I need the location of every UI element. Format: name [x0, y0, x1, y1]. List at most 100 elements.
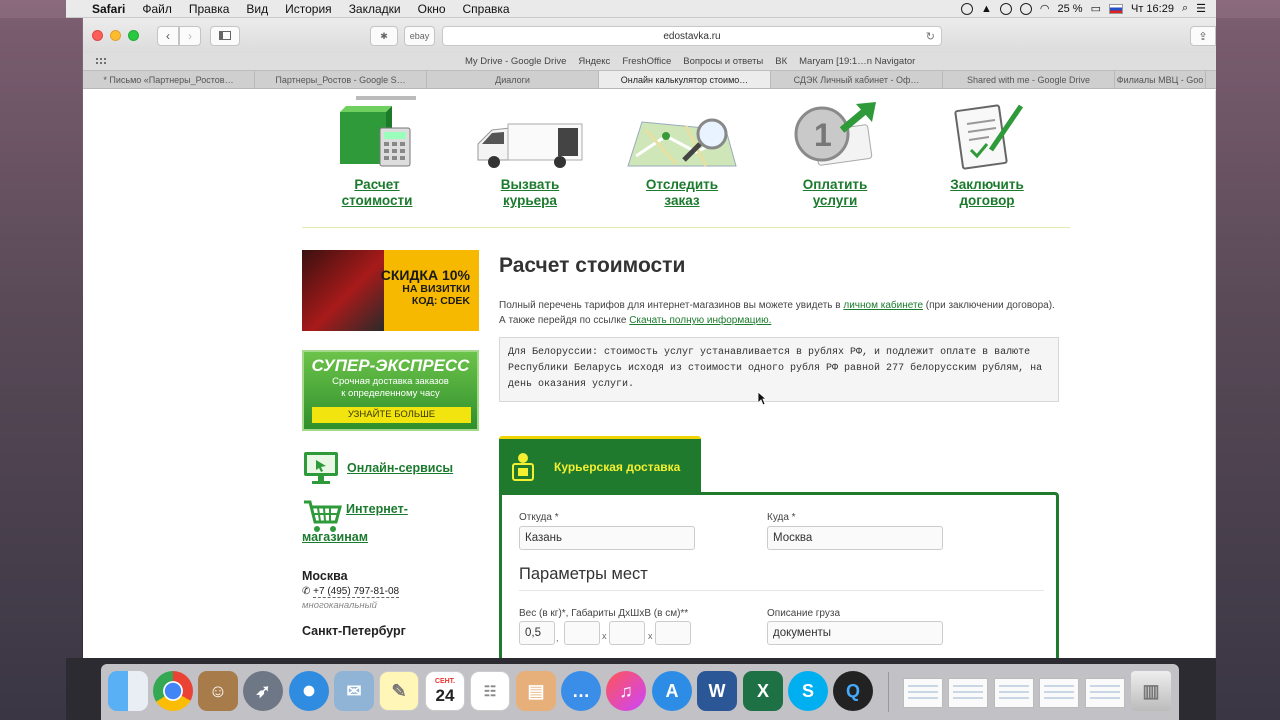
menu-history[interactable]: История: [285, 2, 332, 16]
drive-icon[interactable]: ▲: [981, 3, 992, 15]
notes-icon[interactable]: ✎: [379, 671, 419, 711]
courier-delivery-tab[interactable]: Курьерская доставка: [499, 436, 701, 494]
app-store-icon[interactable]: A: [652, 671, 692, 711]
browser-tab[interactable]: СДЭК Личный кабинет - Оф…: [771, 71, 943, 88]
notification-center-icon[interactable]: ☰: [1196, 2, 1206, 15]
itunes-icon[interactable]: ♫: [606, 671, 646, 711]
browser-tab[interactable]: * Письмо «Партнеры_Ростов…: [83, 71, 255, 88]
sidebar-toggle-button[interactable]: [210, 25, 240, 46]
personal-cabinet-link[interactable]: личном кабинете: [843, 300, 923, 311]
learn-more-button[interactable]: УЗНАЙТЕ БОЛЬШЕ: [312, 407, 471, 423]
to-input[interactable]: Москва: [767, 526, 943, 550]
input-source-flag-icon[interactable]: [1109, 3, 1123, 14]
password-button[interactable]: ✱: [370, 26, 398, 46]
online-services-item[interactable]: Онлайн-сервисы: [302, 450, 479, 486]
dock-document-thumbnail[interactable]: [994, 678, 1034, 708]
mail-icon[interactable]: ✉: [334, 671, 374, 711]
reminders-icon[interactable]: ☷: [470, 671, 510, 711]
length-input[interactable]: [564, 621, 600, 645]
favorite-link[interactable]: My Drive - Google Drive: [465, 56, 566, 67]
van-icon: [455, 90, 605, 170]
trash-icon[interactable]: ▥: [1131, 671, 1171, 711]
finder-icon[interactable]: [108, 671, 148, 711]
height-input[interactable]: [655, 621, 691, 645]
back-button[interactable]: ‹: [157, 25, 179, 46]
online-shops-item[interactable]: Интернет- магазинам: [302, 498, 479, 550]
menu-help[interactable]: Справка: [463, 2, 510, 16]
share-button[interactable]: ⇪: [1190, 26, 1216, 46]
from-input[interactable]: Казань: [519, 526, 695, 550]
favorite-link[interactable]: Maryam [19:1…n Navigator: [799, 56, 915, 67]
skype-icon[interactable]: S: [788, 671, 828, 711]
promo-subject-text: НА ВИЗИТКИ: [402, 283, 470, 295]
dock-document-thumbnail[interactable]: [903, 678, 943, 708]
dock-document-thumbnail[interactable]: [948, 678, 988, 708]
chrome-icon[interactable]: [153, 671, 193, 711]
dock-document-thumbnail[interactable]: [1039, 678, 1079, 708]
menu-app[interactable]: Safari: [92, 2, 125, 16]
favorite-link[interactable]: FreshOffice: [622, 56, 671, 67]
favorites-bar: My Drive - Google Drive Яндекс FreshOffi…: [83, 53, 1216, 70]
keynote-icon[interactable]: ▤: [516, 671, 556, 711]
browser-tab[interactable]: Диалоги: [427, 71, 599, 88]
browser-tab-active[interactable]: Онлайн калькулятор стоимо…: [599, 71, 771, 88]
messages-icon[interactable]: …: [561, 671, 601, 711]
timemachine-icon[interactable]: [1019, 2, 1032, 15]
minimize-window-button[interactable]: [110, 30, 121, 41]
phone-number[interactable]: +7 (495) 797-81-08: [313, 586, 400, 598]
ebay-favorite-button[interactable]: ebay: [404, 26, 435, 46]
menu-edit[interactable]: Правка: [189, 2, 230, 16]
online-shops-link-line-1[interactable]: Интернет-: [346, 502, 408, 516]
browser-tab[interactable]: Shared with me - Google Drive: [943, 71, 1115, 88]
favorite-link[interactable]: Яндекс: [578, 56, 610, 67]
reload-icon[interactable]: ↻: [926, 30, 935, 43]
menu-window[interactable]: Окно: [418, 2, 446, 16]
width-input[interactable]: [609, 621, 645, 645]
battery-label[interactable]: 25 %: [1058, 3, 1083, 15]
favorite-link[interactable]: ВК: [775, 56, 787, 67]
calendar-month: СЕНТ.: [434, 677, 456, 685]
browser-tab[interactable]: Филиалы МВЦ - Goo: [1115, 71, 1206, 88]
cargo-desc-input[interactable]: документы: [767, 621, 943, 645]
menu-file[interactable]: Файл: [142, 2, 172, 16]
close-window-button[interactable]: [92, 30, 103, 41]
clock[interactable]: Чт 16:29: [1131, 3, 1174, 15]
nav-contract[interactable]: Заключить договор: [912, 90, 1062, 209]
online-services-link[interactable]: Онлайн-сервисы: [347, 461, 453, 475]
top-navigation: Расчет стоимости Вызвать курьера Отследи…: [302, 90, 1070, 228]
download-info-link[interactable]: Скачать полную информацию.: [629, 315, 771, 326]
sync-icon[interactable]: [999, 2, 1012, 15]
safari-icon[interactable]: [289, 671, 329, 711]
quicktime-icon[interactable]: Q: [833, 671, 873, 711]
address-bar[interactable]: edostavka.ru ↻: [442, 26, 942, 46]
nav-track[interactable]: Отследить заказ: [607, 90, 757, 209]
phone-moscow[interactable]: ✆ +7 (495) 797-81-08: [302, 586, 479, 598]
favorite-link[interactable]: Вопросы и ответы: [683, 56, 763, 67]
excel-icon[interactable]: X: [743, 671, 783, 711]
fullscreen-window-button[interactable]: [128, 30, 139, 41]
nav-calc[interactable]: Расчет стоимости: [302, 90, 452, 209]
dock-document-thumbnail[interactable]: [1085, 678, 1125, 708]
promo-business-cards-banner[interactable]: СКИДКА 10% НА ВИЗИТКИ КОД: CDEK: [302, 250, 479, 331]
launchpad-icon[interactable]: ➶: [243, 671, 283, 711]
weight-dims-label: Вес (в кг)*, Габариты ДхШхВ (в см)**: [519, 608, 689, 619]
word-icon[interactable]: W: [697, 671, 737, 711]
weight-input[interactable]: 0,5: [519, 621, 555, 645]
nav-courier[interactable]: Вызвать курьера: [455, 90, 605, 209]
super-express-banner[interactable]: СУПЕР-ЭКСПРЕСС Срочная доставка заказов …: [302, 350, 479, 431]
menu-view[interactable]: Вид: [246, 2, 268, 16]
online-shops-link-line-2[interactable]: магазинам: [302, 530, 368, 544]
browser-tab[interactable]: Партнеры_Ростов - Google S…: [255, 71, 427, 88]
spotlight-icon[interactable]: ⌕: [1182, 2, 1188, 15]
menu-bookmarks[interactable]: Закладки: [349, 2, 401, 16]
top-sites-icon[interactable]: [95, 57, 107, 66]
mouse-cursor-icon: [757, 391, 767, 406]
page-scrollbar[interactable]: [1215, 90, 1216, 658]
battery-icon[interactable]: ▭: [1091, 2, 1101, 15]
nav-pay[interactable]: 1 Оплатить услуги: [760, 90, 910, 209]
record-icon[interactable]: [961, 2, 974, 15]
forward-button[interactable]: ›: [179, 25, 201, 46]
contacts-icon[interactable]: ☺: [198, 671, 238, 711]
wifi-icon[interactable]: ◠: [1040, 2, 1050, 15]
calendar-icon[interactable]: СЕНТ. 24: [425, 671, 465, 711]
